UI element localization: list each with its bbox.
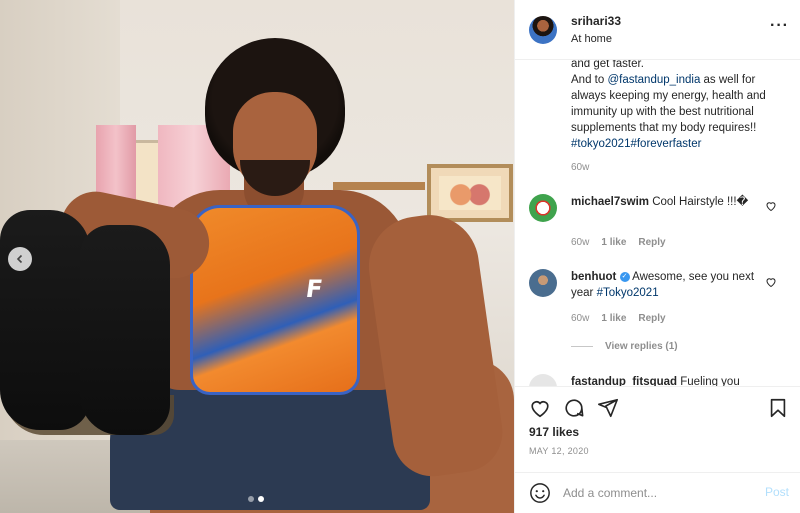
comment-body: Cool Hairstyle !!!� <box>652 196 749 208</box>
post-photo[interactable]: F <box>0 0 514 513</box>
avatar[interactable] <box>529 374 557 386</box>
post-author-username[interactable]: srihari33 <box>571 14 621 28</box>
comment-input[interactable] <box>563 483 753 503</box>
heart-icon[interactable] <box>765 276 777 291</box>
divider <box>571 346 593 347</box>
running-shoe <box>0 210 90 430</box>
caption-text: And to <box>571 74 608 86</box>
jersey <box>190 205 360 395</box>
share-icon[interactable] <box>597 397 619 419</box>
wall-shelf <box>333 182 425 190</box>
carousel-dot-active <box>258 496 264 502</box>
emoji-icon[interactable] <box>529 482 551 504</box>
comment-like-count[interactable]: 1 like <box>601 237 626 248</box>
reply-button[interactable]: Reply <box>638 237 665 248</box>
comment-timestamp[interactable]: 60w <box>571 313 589 324</box>
caption-text: and get faster. <box>571 60 644 70</box>
hashtag-link[interactable]: #foreverfaster <box>630 138 701 150</box>
post-side-panel: srihari33 At home ··· and get faster. An… <box>514 0 800 513</box>
avatar[interactable] <box>529 194 557 222</box>
reply-button[interactable]: Reply <box>638 313 665 324</box>
chevron-left-icon[interactable] <box>8 247 32 271</box>
jersey-logo: F <box>304 275 325 303</box>
comment-meta: 60w 1 like Reply <box>571 313 666 324</box>
comments-scroll-area[interactable]: and get faster. And to @fastandup_india … <box>515 60 800 386</box>
heart-icon[interactable] <box>765 200 777 215</box>
comment-timestamp[interactable]: 60w <box>571 237 589 248</box>
comment-username[interactable]: fastandup_fitsquad <box>571 376 677 386</box>
more-horizontal-icon[interactable]: ··· <box>770 18 789 34</box>
post-comment-button[interactable]: Post <box>765 485 789 499</box>
comment-meta: 60w 1 like Reply <box>571 237 666 248</box>
verified-badge-icon: ✓ <box>619 271 630 282</box>
view-replies-button[interactable]: View replies (1) <box>571 341 678 352</box>
hashtag-link[interactable]: #tokyo2021 <box>571 138 630 150</box>
comment-like-count[interactable]: 1 like <box>601 313 626 324</box>
bookmark-icon[interactable] <box>767 397 789 419</box>
carousel-dot <box>248 496 254 502</box>
avatar[interactable] <box>529 269 557 297</box>
post-actions: 917 likes MAY 12, 2020 <box>515 386 800 472</box>
avatar[interactable] <box>529 16 557 44</box>
comment-body: Fueling you <box>680 376 740 386</box>
heart-icon[interactable] <box>529 397 551 419</box>
running-shoe <box>80 225 170 435</box>
comment-username[interactable]: michael7swim <box>571 196 649 208</box>
post-location[interactable]: At home <box>571 33 612 45</box>
view-replies-label: View replies (1) <box>605 341 678 352</box>
like-count[interactable]: 917 likes <box>529 425 579 439</box>
mention-link[interactable]: @fastandup_india <box>607 74 700 86</box>
wall-picture-frame <box>427 164 513 222</box>
comment-username[interactable]: benhuot <box>571 271 616 283</box>
caption-timestamp[interactable]: 60w <box>571 162 589 173</box>
post-header: srihari33 At home ··· <box>515 0 800 60</box>
post-date[interactable]: MAY 12, 2020 <box>529 446 589 456</box>
comment-text: michael7swim Cool Hairstyle !!!� <box>571 194 761 210</box>
comment-text: fastandup_fitsquad Fueling you <box>571 374 761 386</box>
carousel-dots <box>248 496 264 502</box>
comment-text: benhuot ✓ Awesome, see you next year #To… <box>571 269 761 301</box>
comment-icon[interactable] <box>563 397 585 419</box>
hashtag-link[interactable]: #Tokyo2021 <box>597 287 659 299</box>
add-comment-bar: Post <box>515 472 800 513</box>
post-caption: and get faster. And to @fastandup_india … <box>571 60 786 152</box>
